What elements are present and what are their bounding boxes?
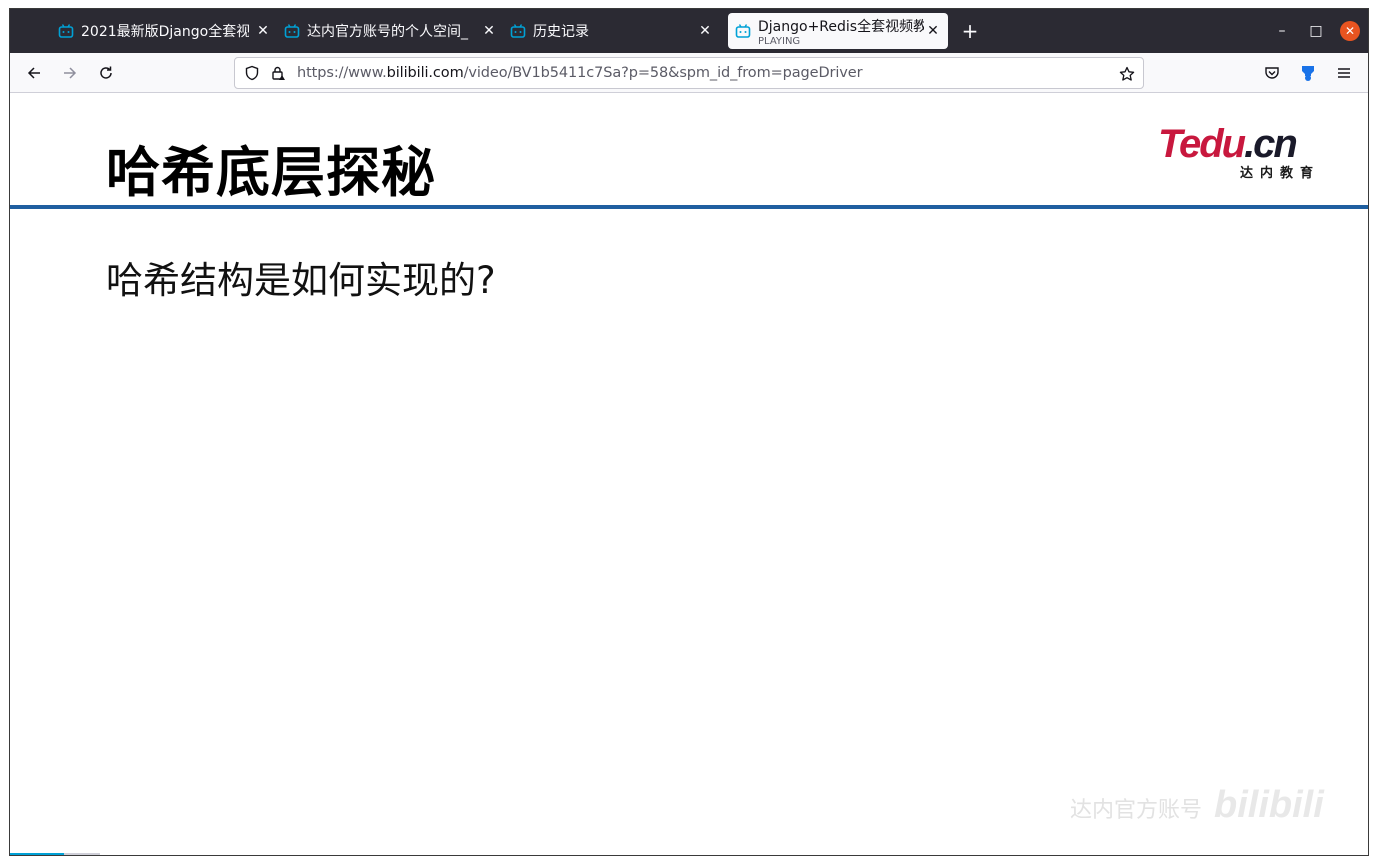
tab-close-icon[interactable]: ✕ [924, 22, 942, 40]
title-divider [10, 205, 1368, 209]
tab-django-redis-playing[interactable]: Django+Redis全套视频教 PLAYING ✕ [728, 13, 948, 49]
back-button[interactable] [22, 61, 46, 85]
pocket-icon[interactable] [1262, 63, 1282, 83]
tab-close-icon[interactable]: ✕ [480, 22, 498, 40]
extension-icon[interactable] [1298, 63, 1318, 83]
reload-button[interactable] [94, 61, 118, 85]
slide-title: 哈希底层探秘 [106, 141, 436, 204]
tab-close-icon[interactable]: ✕ [254, 22, 272, 40]
url-bar[interactable]: https://www.bilibili.com/video/BV1b5411c… [234, 57, 1144, 89]
new-tab-button[interactable]: + [960, 21, 980, 41]
tab-title: 达内官方账号的个人空间_ [307, 24, 468, 40]
tracking-shield-icon[interactable] [243, 64, 261, 82]
bilibili-watermark: 达内官方账号 bilibili [1070, 784, 1324, 826]
reload-icon [100, 66, 112, 79]
navigation-toolbar: https://www.bilibili.com/video/BV1b5411c… [10, 53, 1368, 93]
lock-warning-icon[interactable] [269, 64, 287, 82]
video-progress-bar[interactable] [10, 853, 100, 855]
browser-window: 2021最新版Django全套视 ✕ 达内官方账号的个人空间_ ✕ 历史记录 ✕… [9, 8, 1369, 856]
video-frame[interactable]: 哈希底层探秘 Tedu.cn 达内教育 哈希结构是如何实现的? 达内官方账号 bi… [10, 94, 1368, 855]
bilibili-icon [284, 24, 300, 38]
bilibili-icon [735, 24, 751, 38]
maximize-button[interactable]: □ [1306, 21, 1326, 41]
forward-button[interactable] [58, 61, 82, 85]
url-text[interactable]: https://www.bilibili.com/video/BV1b5411c… [297, 65, 863, 81]
tab-tedu-space[interactable]: 达内官方账号的个人空间_ ✕ [284, 13, 496, 49]
tab-title: 2021最新版Django全套视 [81, 24, 249, 40]
bilibili-icon [510, 24, 526, 38]
bookmark-star-icon[interactable] [1117, 64, 1137, 84]
tab-history[interactable]: 历史记录 ✕ [510, 13, 720, 49]
tab-title: Django+Redis全套视频教 [758, 18, 924, 35]
window-close-button[interactable]: ✕ [1340, 21, 1360, 41]
tab-django-course[interactable]: 2021最新版Django全套视 ✕ [58, 13, 270, 49]
tab-strip: 2021最新版Django全套视 ✕ 达内官方账号的个人空间_ ✕ 历史记录 ✕… [10, 9, 1368, 53]
tab-playing-label: PLAYING [758, 35, 801, 47]
bilibili-icon [58, 24, 74, 38]
tab-close-icon[interactable]: ✕ [696, 22, 714, 40]
tedu-logo: Tedu.cn 达内教育 [1158, 122, 1320, 181]
arrow-right-icon [64, 67, 77, 79]
hamburger-menu-icon[interactable] [1334, 63, 1354, 83]
slide-question: 哈希结构是如何实现的? [106, 259, 496, 302]
arrow-left-icon [27, 67, 40, 79]
tab-title: 历史记录 [533, 24, 589, 40]
video-progress-fill [10, 853, 64, 855]
minimize-button[interactable]: – [1272, 21, 1292, 41]
